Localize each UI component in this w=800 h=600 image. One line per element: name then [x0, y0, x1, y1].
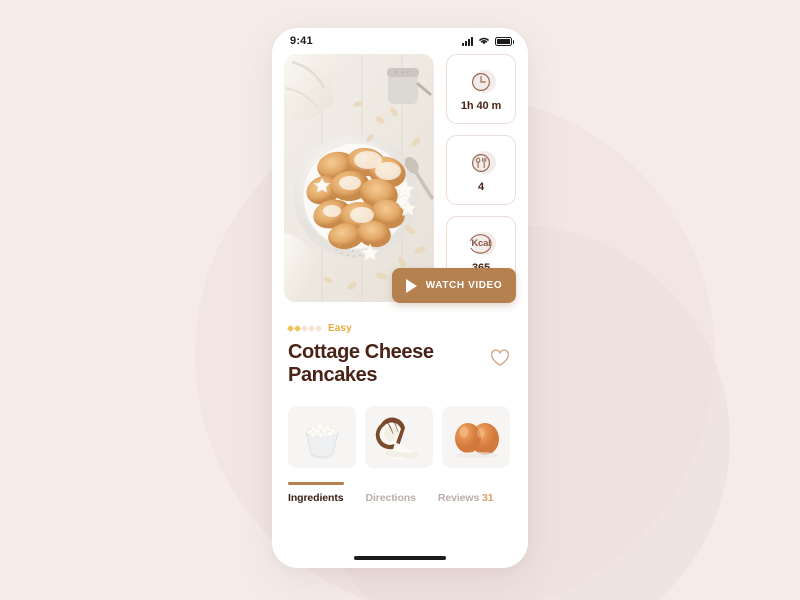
- difficulty-dots: [286, 324, 323, 332]
- recipe-photo: [284, 54, 434, 302]
- ingredient-thumb-eggs[interactable]: [442, 405, 510, 468]
- favorite-button[interactable]: [488, 347, 512, 369]
- info-cards-group: 1h 40 m 4 Kcal: [446, 54, 516, 286]
- tab-directions[interactable]: Directions: [366, 486, 416, 504]
- wifi-icon: [478, 32, 490, 50]
- watch-video-button[interactable]: WATCH VIDEO: [392, 268, 516, 303]
- kcal-icon: Kcal: [464, 229, 498, 259]
- tab-reviews-label: Reviews: [437, 491, 480, 504]
- ingredient-thumb-cottage-cheese[interactable]: [288, 405, 356, 468]
- cutlery-icon: [464, 148, 498, 178]
- clock-icon: [464, 67, 498, 97]
- watch-video-label: WATCH VIDEO: [425, 280, 503, 291]
- tab-reviews[interactable]: Reviews 31: [438, 486, 494, 504]
- play-icon: [405, 278, 417, 293]
- kcal-icon-label: Kcal: [471, 238, 491, 249]
- tab-bar: Ingredients Directions Reviews 31: [288, 481, 512, 504]
- cook-time-card[interactable]: 1h 40 m: [446, 54, 516, 124]
- heart-icon: [490, 349, 510, 370]
- battery-icon: [495, 36, 514, 46]
- tab-ingredients-label: Ingredients: [288, 491, 344, 504]
- difficulty-row: Easy: [286, 322, 512, 334]
- status-bar-icons: [462, 32, 514, 50]
- ingredient-thumbs: [288, 405, 512, 468]
- title-row: Cottage Cheese Pancakes: [288, 341, 512, 388]
- servings-card[interactable]: 4: [446, 135, 516, 205]
- difficulty-dot: [314, 324, 323, 332]
- phone-frame: 9:41 1h 40 m 4 Kcal WATCH VIDEO Easy Cot…: [272, 28, 528, 568]
- status-bar-time: 9:41: [290, 35, 313, 47]
- page-title: Cottage Cheese Pancakes: [288, 341, 434, 387]
- cook-time-value: 1h 40 m: [460, 99, 502, 112]
- recipe-details: Easy Cottage Cheese Pancakes Ingredients…: [272, 308, 528, 568]
- home-indicator: [354, 556, 446, 560]
- difficulty-label: Easy: [328, 322, 352, 334]
- tab-reviews-count: 31: [482, 491, 494, 504]
- hero-section: 1h 40 m 4 Kcal WATCH VIDEO: [272, 54, 528, 308]
- signal-bars-icon: [462, 36, 473, 46]
- tab-directions-label: Directions: [365, 491, 416, 504]
- ingredient-thumb-coconut[interactable]: [365, 405, 433, 468]
- status-bar: 9:41: [272, 28, 528, 54]
- tab-ingredients[interactable]: Ingredients: [288, 481, 344, 504]
- servings-value: 4: [477, 180, 485, 193]
- app-mockup-stage: 9:41 1h 40 m 4 Kcal WATCH VIDEO Easy Cot…: [0, 0, 800, 600]
